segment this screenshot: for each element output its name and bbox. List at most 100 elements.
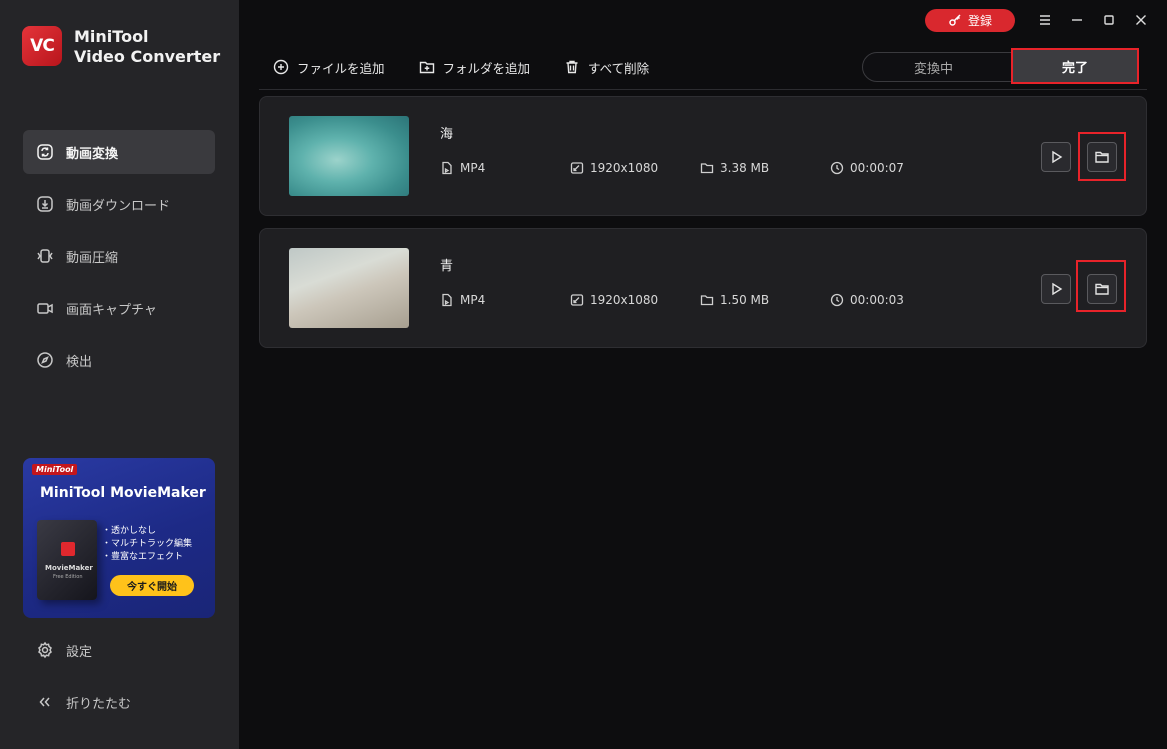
sidebar-item-label: 動画圧縮 [66,250,119,266]
file-format: MP4 [460,161,486,175]
collapse-label: 折りたたむ [66,696,132,712]
resolution-info: 1920x1080 [570,293,658,307]
play-button[interactable] [1041,142,1071,172]
play-button[interactable] [1041,274,1071,304]
gear-icon [36,641,54,659]
toolbar-divider [259,89,1147,90]
moviemaker-logo-icon [61,542,75,556]
promo-feature: ・豊富なエフェクト [102,552,184,562]
settings-label: 設定 [66,644,93,660]
promo-feature: ・透かしなし [102,526,157,536]
brand-line-1: MiniTool [74,27,149,46]
brand-line-2: Video Converter [74,47,221,66]
minimize-icon [1072,19,1082,21]
sidebar-item-label: 画面キャプチャ [66,302,157,318]
file-size: 3.38 MB [720,161,770,175]
sidebar: VC MiniTool Video Converter 動画変換 動画ダウンロー… [0,0,239,749]
file-resolution: 1920x1080 [590,293,659,307]
file-size: 1.50 MB [720,293,770,307]
size-info: 1.50 MB [700,293,769,307]
status-tabs: 変換中 完了 [862,48,1139,84]
moviemaker-promo-banner[interactable]: MiniTool MiniTool MovieMaker MovieMaker … [23,458,215,618]
tab-completed[interactable]: 完了 [1011,48,1139,84]
duration-info: 00:00:07 [830,161,904,175]
menu-button[interactable] [1029,8,1061,32]
file-duration: 00:00:07 [850,161,904,175]
highlight-box [1078,132,1126,181]
close-button[interactable] [1125,8,1157,32]
sidebar-item-video-download[interactable]: 動画ダウンロード [23,182,215,226]
sidebar-nav: 動画変換 動画ダウンロード 動画圧縮 画面キャプチャ 検出 [23,130,215,390]
file-format-icon [442,293,452,307]
convert-icon [36,143,54,161]
file-card: 海 MP4 1920x1080 3.38 MB 00:00:07 [259,96,1147,216]
highlight-box [1076,260,1126,312]
sidebar-item-video-convert[interactable]: 動画変換 [23,130,215,174]
register-label: 登録 [967,13,992,28]
duration-info: 00:00:03 [830,293,904,307]
promo-feature: ・マルチトラック編集 [102,539,193,549]
window-controls: 登録 [925,8,1167,32]
add-file-label: ファイルを追加 [297,60,385,76]
key-icon [949,14,961,26]
moviemaker-box-image: MovieMaker Free Edition [37,520,97,600]
settings-button[interactable]: 設定 [23,630,215,670]
video-thumbnail[interactable] [289,116,409,196]
minimize-button[interactable] [1061,8,1093,32]
file-format-icon [442,161,452,175]
toolbar: ファイルを追加 フォルダを追加 すべて削除 [273,56,683,78]
promo-box-label: MovieMaker [45,564,93,572]
sidebar-item-label: 検出 [66,354,93,370]
add-file-button[interactable]: ファイルを追加 [273,58,385,77]
size-info: 3.38 MB [700,161,769,175]
hamburger-icon [1040,15,1050,25]
sidebar-item-label: 動画変換 [66,146,119,162]
add-folder-label: フォルダを追加 [442,60,531,76]
file-format: MP4 [460,293,486,307]
folder-icon [700,295,714,306]
file-title: 海 [440,127,454,142]
sidebar-item-screen-capture[interactable]: 画面キャプチャ [23,286,215,330]
app-brand: MiniTool Video Converter [74,27,220,67]
compass-icon [36,351,54,369]
folder-icon [700,163,714,174]
add-file-icon [273,59,289,75]
file-resolution: 1920x1080 [590,161,659,175]
sidebar-item-label: 動画ダウンロード [66,198,171,214]
format-info: MP4 [440,161,485,175]
double-chevron-left-icon [36,693,54,711]
promo-box-edition: Free Edition [53,574,83,580]
app-logo: VC [22,26,62,66]
file-duration: 00:00:03 [850,293,904,307]
add-folder-button[interactable]: フォルダを追加 [419,58,531,77]
promo-start-button[interactable]: 今すぐ開始 [110,575,194,596]
compress-icon [36,247,54,265]
tab-converting[interactable]: 変換中 [863,53,1004,81]
file-card: 青 MP4 1920x1080 1.50 MB 00:00:03 [259,228,1147,348]
promo-features: ・透かしなし ・マルチトラック編集 ・豊富なエフェクト [102,525,192,564]
download-icon [36,195,54,213]
camera-icon [36,299,54,317]
promo-badge: MiniTool [32,464,78,475]
delete-all-label: すべて削除 [588,60,650,76]
promo-title: MiniTool MovieMaker [40,485,206,501]
resolution-info: 1920x1080 [570,161,658,175]
collapse-sidebar-button[interactable]: 折りたたむ [23,682,215,722]
video-thumbnail[interactable] [289,248,409,328]
register-button[interactable]: 登録 [925,8,1015,32]
add-folder-icon [419,61,434,74]
sidebar-item-video-compress[interactable]: 動画圧縮 [23,234,215,278]
maximize-button[interactable] [1093,8,1125,32]
file-title: 青 [440,259,454,274]
close-icon [1136,15,1146,25]
play-icon [1052,150,1063,164]
delete-all-button[interactable]: すべて削除 [564,58,649,77]
play-icon [1052,282,1063,296]
format-info: MP4 [440,293,485,307]
sidebar-item-discover[interactable]: 検出 [23,338,215,382]
resolution-icon [570,294,584,306]
trash-icon [566,60,578,74]
clock-icon [830,293,844,307]
clock-icon [830,161,844,175]
resolution-icon [570,162,584,174]
